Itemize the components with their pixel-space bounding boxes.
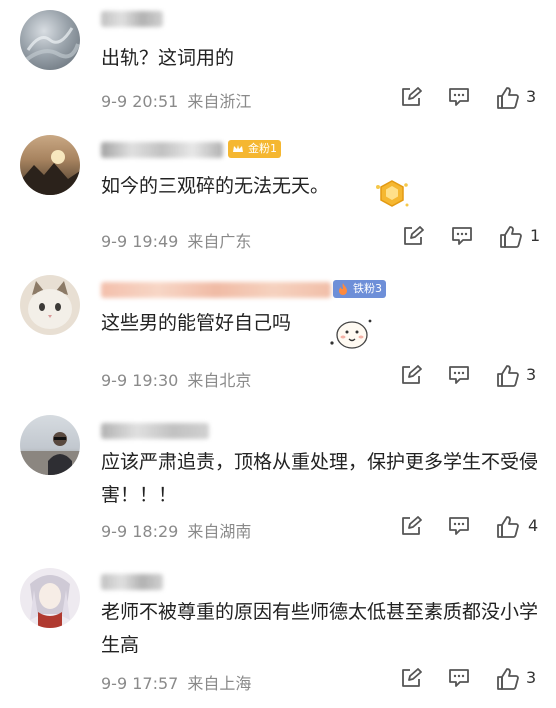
comment-location: 来自浙江: [187, 92, 252, 111]
avatar-image: [30, 575, 70, 628]
thumbs-up-icon: [497, 365, 519, 387]
comment-time: 9-9 17:57: [101, 674, 179, 693]
comment-text: 这些男的能管好自己吗: [101, 312, 292, 334]
avatar[interactable]: [20, 10, 80, 70]
like-button[interactable]: [499, 225, 523, 249]
comment-item: 出轨？这词用的 9-9 20:51 来自浙江 3: [0, 0, 556, 115]
avatar[interactable]: [20, 415, 80, 475]
avatar[interactable]: [20, 135, 80, 195]
comment-meta: 9-9 17:57 来自上海: [101, 670, 251, 694]
like-button[interactable]: [496, 364, 520, 388]
fan-badge: 金粉1: [228, 140, 281, 158]
avatar-image: [28, 281, 72, 329]
avatar-image: [24, 27, 80, 62]
comment-icon[interactable]: [448, 515, 470, 539]
avatar-image: [20, 432, 80, 475]
comment-meta: 9-9 18:29 来自湖南: [101, 518, 251, 542]
username-blurred[interactable]: [101, 574, 163, 590]
comment-item: 金粉1 如今的三观碎的无法无天。 9-9 19:49 来自广东 1: [0, 115, 556, 255]
repost-icon[interactable]: [400, 515, 422, 539]
crown-icon: [233, 145, 243, 152]
avatar-image: [20, 150, 80, 195]
repost-icon[interactable]: [400, 86, 422, 110]
comment-text: 应该严肃追责，顶格从重处理，保护更多学生不受侵害！！！: [101, 451, 539, 506]
like-button[interactable]: [496, 86, 520, 110]
comment-time: 9-9 19:49: [101, 232, 179, 251]
like-count: 3: [526, 87, 537, 106]
comment-location: 来自北京: [187, 371, 252, 390]
like-count: 3: [526, 668, 537, 687]
comment-location: 来自上海: [187, 674, 252, 693]
like-count: 3: [526, 365, 537, 384]
repost-icon[interactable]: [400, 364, 422, 388]
repost-icon[interactable]: [402, 225, 424, 249]
emoji-sticker-icon: [372, 175, 412, 219]
badge-label: 铁粉3: [353, 282, 382, 295]
comment-meta: 9-9 19:49 来自广东: [101, 228, 251, 252]
avatar[interactable]: [20, 568, 80, 628]
comment-icon[interactable]: [448, 364, 470, 388]
username-blurred[interactable]: [101, 11, 163, 27]
comment-icon[interactable]: [451, 225, 473, 249]
like-count: 1: [530, 226, 541, 245]
comment-item: 铁粉3 这些男的能管好自己吗 9-9 19:30 来自北京 3: [0, 255, 556, 395]
comment-meta: 9-9 19:30 来自北京: [101, 367, 251, 391]
comment-text: 出轨？这词用的: [101, 47, 235, 69]
thumbs-up-icon: [497, 87, 519, 109]
comment-icon[interactable]: [448, 667, 470, 691]
thumbs-up-icon: [497, 516, 519, 538]
comment-meta: 9-9 20:51 来自浙江: [101, 88, 251, 112]
repost-icon[interactable]: [400, 667, 422, 691]
comment-icon[interactable]: [448, 86, 470, 110]
emoji-sticker-icon: [328, 313, 374, 357]
comment-actions: 1: [398, 225, 548, 249]
comment-actions: 3: [398, 667, 548, 691]
comment-item: 老师不被尊重的原因有些师德太低甚至素质都没小学生高 9-9 17:57 来自上海 …: [0, 550, 556, 708]
comment-location: 来自湖南: [187, 522, 252, 541]
fire-icon: [339, 283, 347, 295]
like-button[interactable]: [496, 515, 520, 539]
comment-actions: 3: [398, 364, 548, 388]
comment-actions: 4: [398, 515, 548, 539]
badge-label: 金粉1: [248, 142, 277, 155]
fan-badge: 铁粉3: [333, 280, 386, 298]
thumbs-up-icon: [497, 668, 519, 690]
avatar[interactable]: [20, 275, 80, 335]
username-blurred[interactable]: [101, 423, 209, 439]
comment-text: 如今的三观碎的无法无天。: [101, 175, 330, 197]
comment-location: 来自广东: [187, 232, 252, 251]
like-button[interactable]: [496, 667, 520, 691]
username-blurred[interactable]: [101, 142, 223, 158]
comment-actions: 3: [398, 86, 548, 110]
like-count: 4: [528, 516, 539, 535]
comment-time: 9-9 20:51: [101, 92, 179, 111]
thumbs-up-icon: [500, 226, 522, 248]
username-blurred[interactable]: [101, 282, 331, 298]
comment-text: 老师不被尊重的原因有些师德太低甚至素质都没小学生高: [101, 601, 539, 656]
comment-time: 9-9 18:29: [101, 522, 179, 541]
comment-item: 应该严肃追责，顶格从重处理，保护更多学生不受侵害！！！ 9-9 18:29 来自湖…: [0, 395, 556, 550]
comment-time: 9-9 19:30: [101, 371, 179, 390]
